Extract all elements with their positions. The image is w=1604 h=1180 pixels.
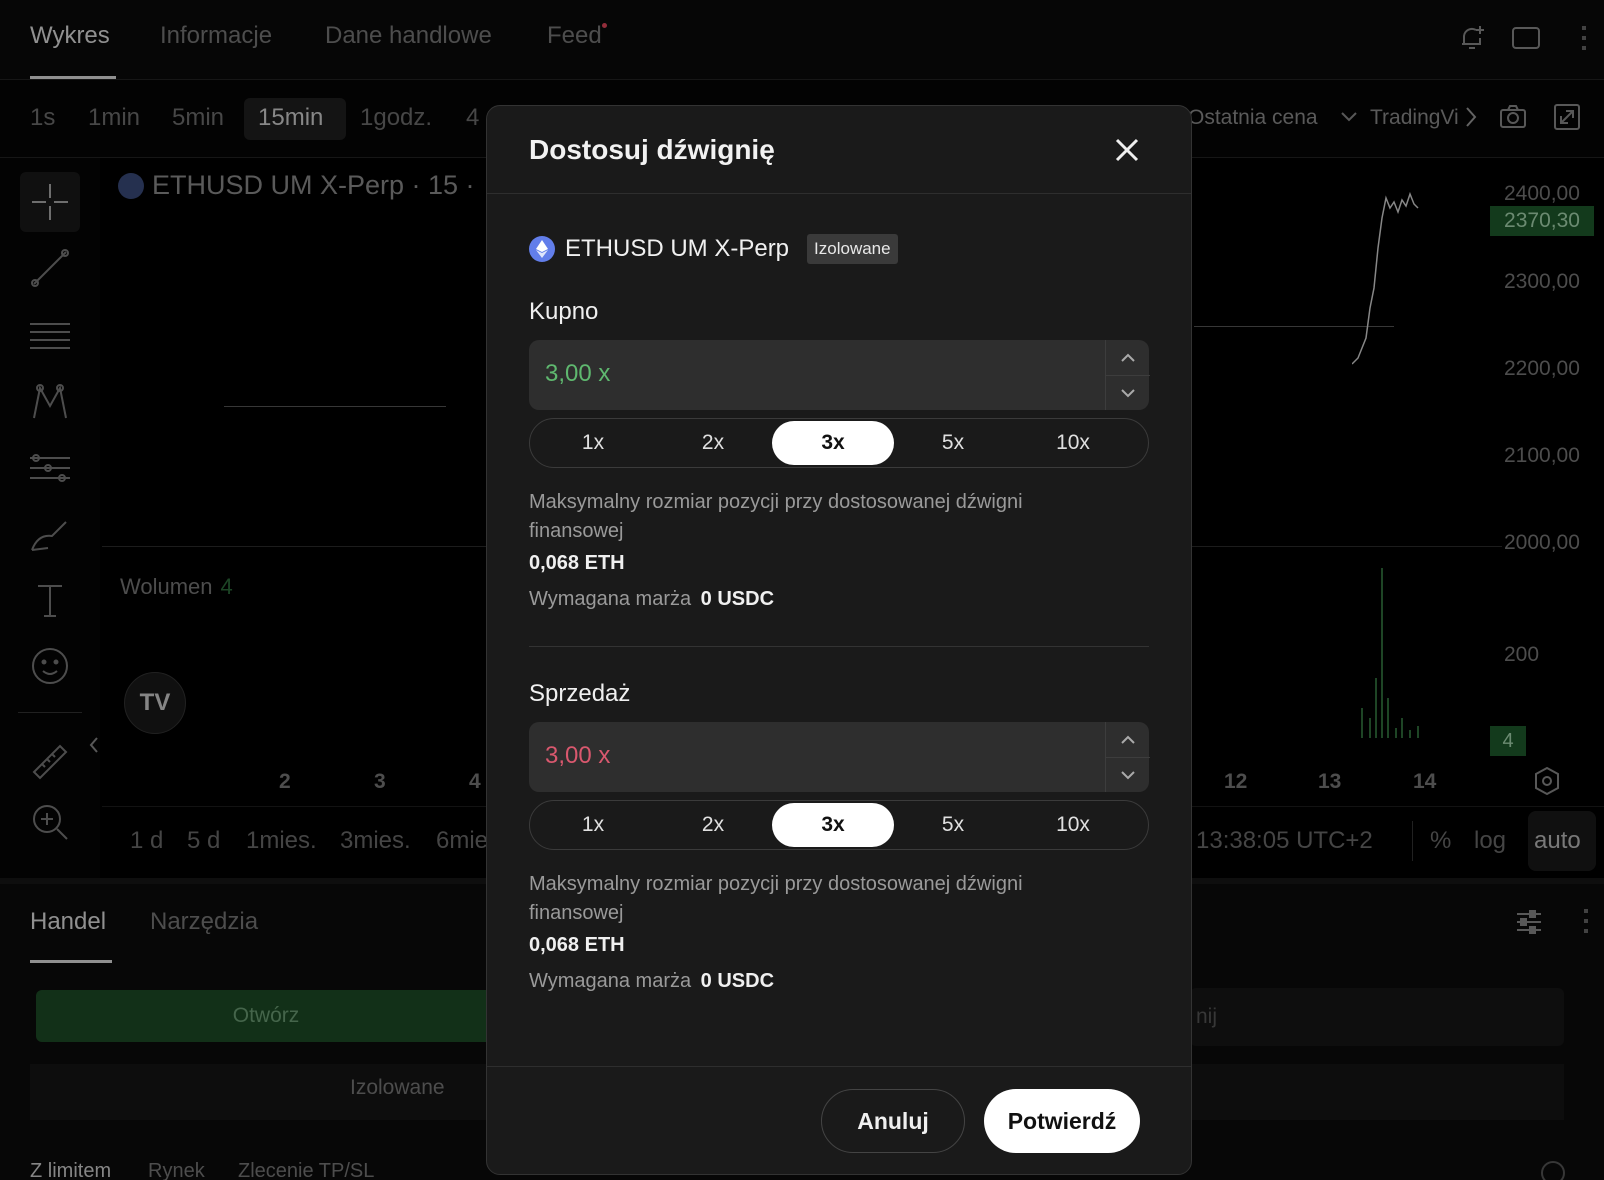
dialog-header: Dostosuj dźwignię bbox=[487, 106, 1191, 194]
sell-preset-2x[interactable]: 2x bbox=[652, 803, 774, 847]
sell-leverage-input[interactable]: 3,00 x bbox=[529, 722, 1150, 792]
sell-label: Sprzedaż bbox=[529, 680, 631, 707]
sell-preset-3x[interactable]: 3x bbox=[772, 803, 894, 847]
buy-required-margin-value: 0 USDC bbox=[700, 588, 775, 610]
chevron-down-icon bbox=[1121, 389, 1135, 398]
buy-leverage-value[interactable]: 3,00 x bbox=[545, 360, 610, 388]
symbol-name: ETHUSD UM X-Perp bbox=[565, 235, 790, 262]
buy-max-position-text: Maksymalny rozmiar pozycji przy dostosow… bbox=[529, 491, 1023, 542]
buy-max-position-value: 0,068 ETH bbox=[529, 552, 625, 574]
sell-preset-10x[interactable]: 10x bbox=[1012, 803, 1134, 847]
increment-button[interactable] bbox=[1106, 722, 1150, 757]
sell-max-position-text: Maksymalny rozmiar pozycji przy dostosow… bbox=[529, 873, 1023, 924]
chevron-up-icon bbox=[1121, 735, 1135, 744]
buy-preset-3x[interactable]: 3x bbox=[772, 421, 894, 465]
sell-leverage-presets: 1x 2x 3x 5x 10x bbox=[529, 800, 1149, 850]
margin-mode-badge: Izolowane bbox=[807, 234, 898, 264]
buy-leverage-presets: 1x 2x 3x 5x 10x bbox=[529, 418, 1149, 468]
dialog-symbol-row: ETHUSD UM X-Perp Izolowane bbox=[529, 234, 898, 264]
close-icon[interactable] bbox=[1109, 132, 1145, 168]
sell-required-margin: Wymagana marża 0 USDC bbox=[529, 970, 775, 992]
chevron-down-icon bbox=[1121, 771, 1135, 780]
dialog-footer: Anuluj Potwierdź bbox=[487, 1066, 1191, 1174]
buy-preset-5x[interactable]: 5x bbox=[892, 421, 1014, 465]
adjust-leverage-dialog: Dostosuj dźwignię ETHUSD UM X-Perp Izolo… bbox=[486, 105, 1192, 1175]
decrement-button[interactable] bbox=[1106, 757, 1150, 792]
buy-label: Kupno bbox=[529, 298, 599, 325]
sell-leverage-stepper bbox=[1105, 722, 1150, 792]
decrement-button[interactable] bbox=[1106, 375, 1150, 410]
sell-max-position-value: 0,068 ETH bbox=[529, 934, 625, 956]
section-divider bbox=[529, 646, 1149, 647]
buy-leverage-input[interactable]: 3,00 x bbox=[529, 340, 1150, 410]
cancel-button[interactable]: Anuluj bbox=[821, 1089, 965, 1153]
buy-preset-10x[interactable]: 10x bbox=[1012, 421, 1134, 465]
buy-leverage-stepper bbox=[1105, 340, 1150, 410]
buy-preset-1x[interactable]: 1x bbox=[532, 421, 654, 465]
sell-leverage-value[interactable]: 3,00 x bbox=[545, 742, 610, 770]
sell-preset-5x[interactable]: 5x bbox=[892, 803, 1014, 847]
sell-preset-1x[interactable]: 1x bbox=[532, 803, 654, 847]
sell-required-margin-value: 0 USDC bbox=[700, 970, 775, 992]
buy-preset-2x[interactable]: 2x bbox=[652, 421, 774, 465]
chevron-up-icon bbox=[1121, 353, 1135, 362]
buy-required-margin: Wymagana marża 0 USDC bbox=[529, 588, 775, 610]
increment-button[interactable] bbox=[1106, 340, 1150, 375]
ethereum-icon bbox=[529, 236, 555, 262]
confirm-button[interactable]: Potwierdź bbox=[984, 1089, 1140, 1153]
dialog-title: Dostosuj dźwignię bbox=[529, 134, 775, 165]
